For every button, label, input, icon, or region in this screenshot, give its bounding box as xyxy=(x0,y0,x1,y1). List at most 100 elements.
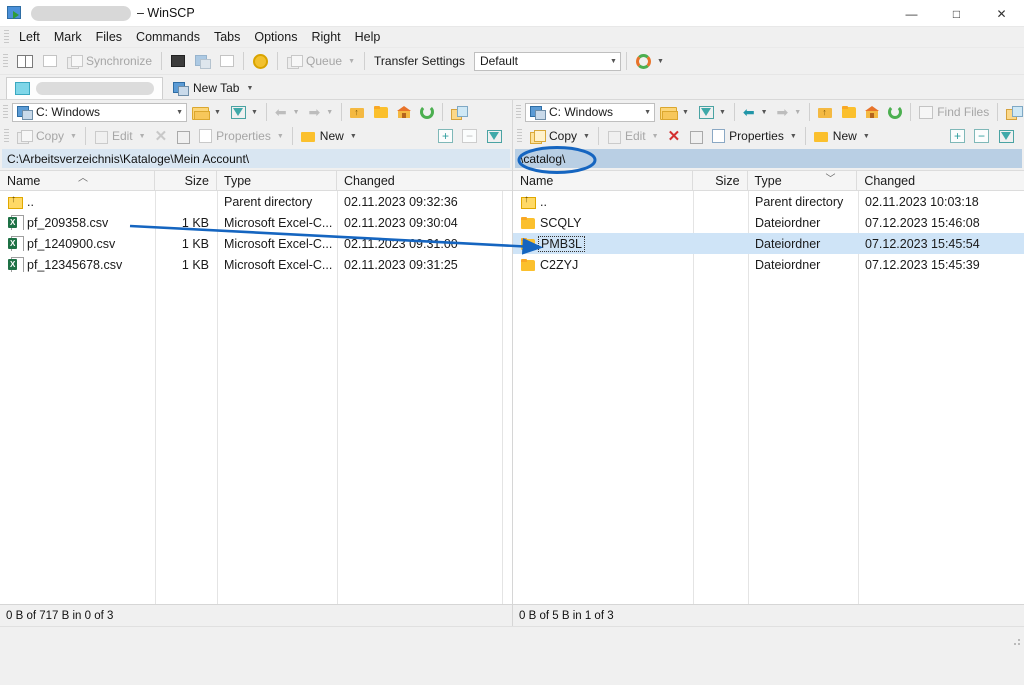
local-filter-button[interactable]: ▼ xyxy=(226,101,262,124)
remote-drive-select[interactable]: C: Windows ▼ xyxy=(525,102,655,122)
remote-bookmarks-button[interactable] xyxy=(1002,101,1024,124)
remote-column-header-name[interactable]: Name xyxy=(513,170,693,191)
remote-home-directory-button[interactable] xyxy=(861,101,883,124)
remote-new-chevron-down-icon[interactable]: ▼ xyxy=(863,133,870,140)
local-file-list[interactable]: ↑ .. Parent directory 02.11.2023 09:32:3… xyxy=(0,191,512,604)
remote-copy-button[interactable]: Copy ▼ xyxy=(526,125,594,148)
table-row[interactable]: C2ZYJ Dateiordner 07.12.2023 15:45:39 xyxy=(513,254,1024,275)
minimize-button[interactable]: — xyxy=(889,0,934,27)
remote-filter-chevron-down-icon[interactable]: ▼ xyxy=(719,109,726,116)
remote-open-directory-button[interactable]: ▼ xyxy=(656,101,693,124)
local-select-all-button[interactable]: + xyxy=(434,125,457,148)
remote-column-header-type[interactable]: Type ﹀ xyxy=(748,170,858,191)
resize-grip[interactable] xyxy=(1010,635,1022,647)
close-button[interactable]: ✕ xyxy=(979,0,1024,27)
local-back-chevron-down-icon[interactable]: ▼ xyxy=(293,109,300,116)
compare-panels-button[interactable] xyxy=(13,50,37,73)
menu-item-tabs[interactable]: Tabs xyxy=(207,28,247,46)
local-open-directory-button[interactable]: ▼ xyxy=(188,101,225,124)
menu-item-mark[interactable]: Mark xyxy=(47,28,89,46)
remote-back-chevron-down-icon[interactable]: ▼ xyxy=(761,109,768,116)
remote-copy-chevron-down-icon[interactable]: ▼ xyxy=(583,133,590,140)
session-tab[interactable] xyxy=(6,77,163,99)
remote-new-button[interactable]: New ▼ xyxy=(810,125,874,148)
remote-edit-chevron-down-icon[interactable]: ▼ xyxy=(652,133,659,140)
new-tab-button[interactable]: New Tab ▼ xyxy=(166,77,260,99)
table-row[interactable]: SCQLY Dateiordner 07.12.2023 15:46:08 xyxy=(513,212,1024,233)
local-properties-chevron-down-icon[interactable]: ▼ xyxy=(277,133,284,140)
local-forward-chevron-down-icon[interactable]: ▼ xyxy=(326,109,333,116)
local-path-display[interactable]: C:\Arbeitsverzeichnis\Kataloge\Mein Acco… xyxy=(2,149,510,168)
remote-drive-chevron-down-icon[interactable]: ▼ xyxy=(644,109,651,116)
table-row[interactable]: X pf_1240900.csv 1 KB Microsoft Excel-C.… xyxy=(0,233,512,254)
local-parent-directory-button[interactable]: ↑ xyxy=(346,101,369,124)
remote-column-header-changed[interactable]: Changed xyxy=(857,170,1024,191)
local-rename-button[interactable] xyxy=(172,125,194,148)
menu-item-help[interactable]: Help xyxy=(348,28,388,46)
remote-open-directory-chevron-down-icon[interactable]: ▼ xyxy=(682,109,689,116)
transfer-mode-chevron-down-icon[interactable]: ▼ xyxy=(657,58,664,65)
menu-item-left[interactable]: Left xyxy=(12,28,47,46)
local-forward-button[interactable]: ➡ ▼ xyxy=(305,101,338,124)
local-home-directory-button[interactable] xyxy=(393,101,415,124)
remote-filter-button[interactable]: ▼ xyxy=(694,101,730,124)
local-new-chevron-down-icon[interactable]: ▼ xyxy=(350,133,357,140)
open-session-in-putty-button[interactable] xyxy=(191,50,214,73)
remote-delete-button[interactable]: ✕ xyxy=(664,125,685,148)
local-drive-select[interactable]: C: Windows ▼ xyxy=(12,102,187,122)
local-copy-chevron-down-icon[interactable]: ▼ xyxy=(70,133,77,140)
local-edit-chevron-down-icon[interactable]: ▼ xyxy=(139,133,146,140)
remote-deselect-all-button[interactable]: − xyxy=(970,125,993,148)
remote-properties-chevron-down-icon[interactable]: ▼ xyxy=(790,133,797,140)
remote-refresh-button[interactable] xyxy=(884,101,906,124)
remote-properties-button[interactable]: Properties ▼ xyxy=(708,125,801,148)
transfer-settings-chevron-down-icon[interactable]: ▼ xyxy=(610,58,617,65)
remote-rename-button[interactable] xyxy=(685,125,707,148)
remote-selection-filter-button[interactable] xyxy=(994,125,1017,148)
local-back-button[interactable]: ⬅ ▼ xyxy=(271,101,304,124)
local-new-button[interactable]: New ▼ xyxy=(297,125,361,148)
table-row[interactable]: X pf_209358.csv 1 KB Microsoft Excel-C..… xyxy=(0,212,512,233)
refresh-tree-button[interactable] xyxy=(216,50,238,73)
remote-path-display[interactable]: \catalog\ xyxy=(515,149,1022,168)
local-column-header-type[interactable]: Type xyxy=(217,170,337,191)
remote-forward-button[interactable]: ➡ ▼ xyxy=(773,101,806,124)
table-row[interactable]: ↑ .. Parent directory 02.11.2023 10:03:1… xyxy=(513,191,1024,212)
find-files-button[interactable]: Find Files xyxy=(915,101,993,124)
table-row[interactable]: ↑ .. Parent directory 02.11.2023 09:32:3… xyxy=(0,191,512,212)
transfer-mode-button[interactable]: ▼ xyxy=(632,50,668,73)
local-bookmarks-button[interactable] xyxy=(447,101,470,124)
remote-root-directory-button[interactable] xyxy=(838,101,860,124)
local-column-header-changed[interactable]: Changed xyxy=(337,170,502,191)
local-root-directory-button[interactable] xyxy=(370,101,392,124)
open-terminal-button[interactable] xyxy=(167,50,189,73)
local-open-directory-chevron-down-icon[interactable]: ▼ xyxy=(214,109,221,116)
remote-edit-button[interactable]: Edit ▼ xyxy=(603,125,663,148)
local-filter-chevron-down-icon[interactable]: ▼ xyxy=(251,109,258,116)
local-selection-filter-button[interactable] xyxy=(482,125,505,148)
remote-file-list[interactable]: ↑ .. Parent directory 02.11.2023 10:03:1… xyxy=(513,191,1024,604)
menu-item-commands[interactable]: Commands xyxy=(129,28,207,46)
local-drive-chevron-down-icon[interactable]: ▼ xyxy=(176,109,183,116)
synchronize-button[interactable]: Synchronize xyxy=(63,50,156,73)
queue-button[interactable]: Queue ▼ xyxy=(283,50,359,73)
remote-select-all-button[interactable]: + xyxy=(946,125,969,148)
remote-column-header-size[interactable]: Size xyxy=(693,170,748,191)
maximize-button[interactable]: □ xyxy=(934,0,979,27)
preferences-button[interactable] xyxy=(249,50,272,73)
local-edit-button[interactable]: Edit ▼ xyxy=(90,125,150,148)
synchronize-browsing-button[interactable] xyxy=(39,50,61,73)
local-column-header-size[interactable]: Size xyxy=(155,170,217,191)
local-properties-button[interactable]: Properties ▼ xyxy=(195,125,288,148)
local-deselect-all-button[interactable]: − xyxy=(458,125,481,148)
local-column-header-name[interactable]: Name ︿ xyxy=(0,170,155,191)
local-refresh-button[interactable] xyxy=(416,101,438,124)
new-tab-chevron-down-icon[interactable]: ▼ xyxy=(246,85,253,92)
queue-chevron-down-icon[interactable]: ▼ xyxy=(348,58,355,65)
local-delete-button[interactable]: ✕ xyxy=(151,125,172,148)
remote-parent-directory-button[interactable]: ↑ xyxy=(814,101,837,124)
transfer-settings-select[interactable]: Default ▼ xyxy=(473,51,621,71)
remote-back-button[interactable]: ⬅ ▼ xyxy=(739,101,772,124)
local-copy-button[interactable]: Copy ▼ xyxy=(13,125,81,148)
menu-item-right[interactable]: Right xyxy=(304,28,347,46)
